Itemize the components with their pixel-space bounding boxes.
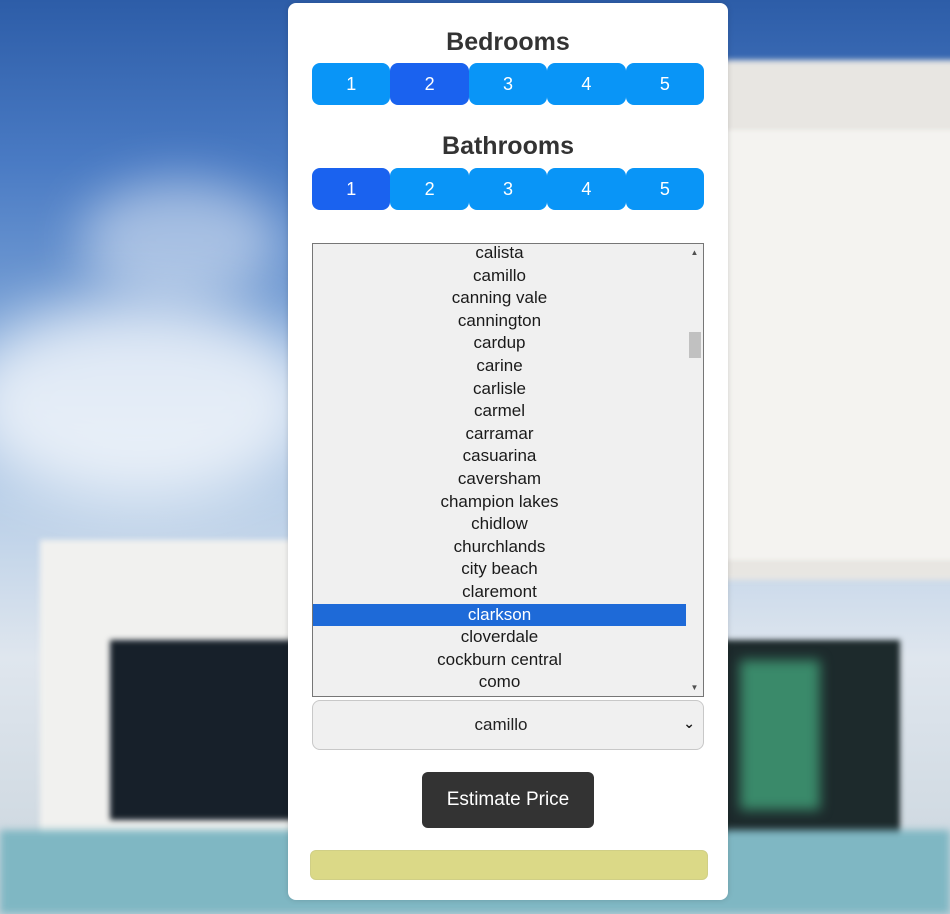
dropdown-option[interactable]: carlisle (313, 378, 686, 401)
bathrooms-option-2-button[interactable]: 2 (390, 168, 469, 210)
bedrooms-heading: Bedrooms (446, 28, 570, 56)
dropdown-option[interactable]: carmel (313, 400, 686, 423)
suburb-dropdown-list[interactable]: calista camillo canning vale cannington card… (312, 243, 704, 697)
scroll-up-arrow-icon[interactable]: ▲ (686, 244, 703, 261)
estimate-price-button[interactable]: Estimate Price (422, 772, 594, 828)
dropdown-option[interactable]: clarkson (313, 603, 686, 627)
dropdown-option[interactable]: claremont (313, 581, 686, 604)
bathrooms-option-4-button[interactable]: 4 (547, 168, 626, 210)
dropdown-option[interactable]: casuarina (313, 445, 686, 468)
bathrooms-button-group: 12345 (312, 168, 705, 210)
bathrooms-option-5-button[interactable]: 5 (625, 168, 705, 210)
dropdown-option[interactable]: camillo (313, 265, 686, 288)
bedrooms-option-1-button[interactable]: 1 (312, 63, 391, 105)
bedrooms-button-group: 12345 (312, 63, 705, 105)
scroll-down-arrow-icon[interactable]: ▼ (686, 679, 703, 696)
dropdown-option[interactable]: caversham (313, 468, 686, 491)
dropdown-option[interactable]: cloverdale (313, 626, 686, 649)
bathrooms-option-1-button[interactable]: 1 (312, 168, 391, 210)
chevron-down-icon: ⌄ (683, 715, 695, 731)
dropdown-option[interactable]: carine (313, 355, 686, 378)
dropdown-options: calista camillo canning vale cannington card… (313, 244, 686, 694)
dropdown-scrollbar[interactable]: ▲ ▼ (686, 244, 703, 696)
dropdown-option[interactable]: city beach (313, 558, 686, 581)
dropdown-option[interactable]: churchlands (313, 536, 686, 559)
dropdown-option[interactable]: como (313, 671, 686, 694)
dropdown-option[interactable]: cockburn central (313, 649, 686, 672)
dropdown-option[interactable]: champion lakes (313, 491, 686, 514)
suburb-select[interactable]: camillo ⌄ (312, 700, 704, 750)
bathrooms-heading: Bathrooms (442, 132, 574, 160)
scrollbar-thumb[interactable] (689, 332, 701, 358)
dropdown-option[interactable]: canning vale (313, 287, 686, 310)
bedrooms-option-2-button[interactable]: 2 (390, 63, 469, 105)
dropdown-option[interactable]: calista (313, 244, 686, 265)
dropdown-option[interactable]: cardup (313, 332, 686, 355)
dropdown-option[interactable]: chidlow (313, 513, 686, 536)
bathrooms-option-3-button[interactable]: 3 (468, 168, 548, 210)
dropdown-option[interactable]: carramar (313, 423, 686, 446)
suburb-select-value: camillo (474, 715, 528, 734)
bedrooms-option-4-button[interactable]: 4 (547, 63, 626, 105)
bedrooms-option-3-button[interactable]: 3 (468, 63, 548, 105)
bedrooms-option-5-button[interactable]: 5 (625, 63, 705, 105)
dropdown-option[interactable]: cannington (313, 310, 686, 333)
result-display (310, 850, 708, 880)
